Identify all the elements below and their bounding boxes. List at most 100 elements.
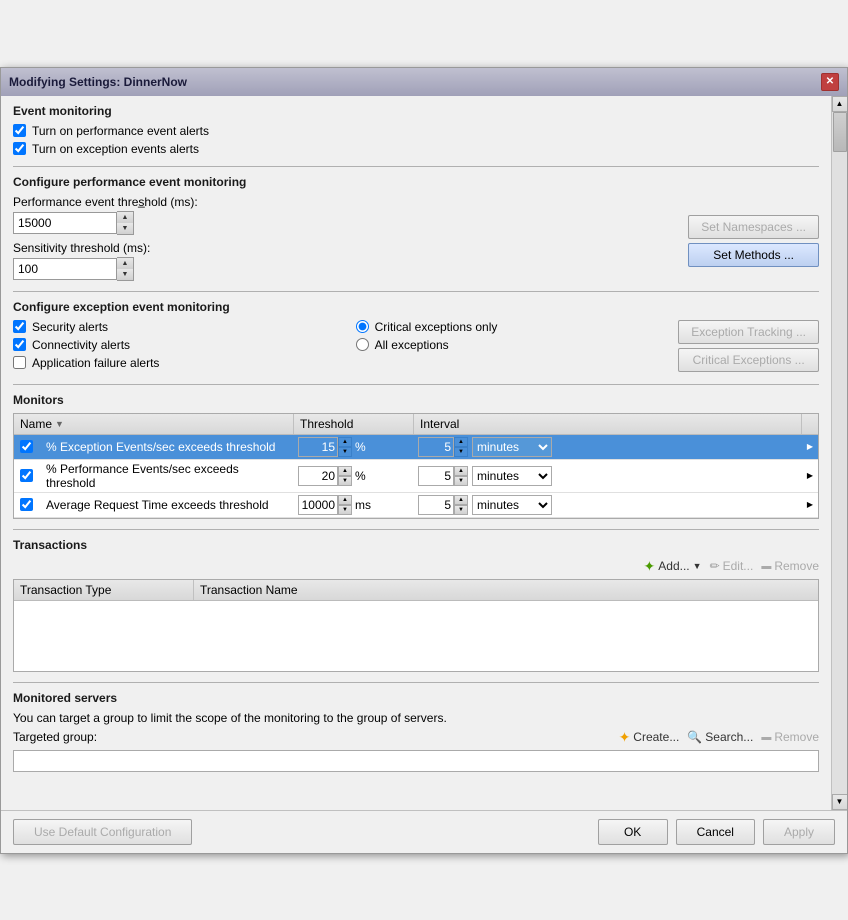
add-transaction-button[interactable]: ✦ Add... ▼ (644, 558, 702, 575)
transactions-table-wrapper: Transaction Type Transaction Name (13, 579, 819, 672)
sensitivity-up[interactable]: ▲ (117, 258, 133, 269)
remove-trans-icon: ▬ (761, 561, 771, 572)
cancel-button[interactable]: Cancel (676, 819, 755, 845)
monitor-threshold-input-1[interactable] (298, 437, 338, 457)
scroll-down-arrow[interactable]: ▼ (832, 794, 848, 810)
monitor-threshold-up-3[interactable]: ▲ (338, 495, 352, 505)
section-transactions: Transactions ✦ Add... ▼ ✏ Edit... ▬ Remo… (13, 538, 819, 672)
perf-threshold-input[interactable]: 15000 (13, 212, 117, 234)
close-button[interactable]: ✕ (821, 73, 839, 91)
monitor-threshold-down-3[interactable]: ▼ (338, 505, 352, 515)
main-scrollbar[interactable]: ▲ ▼ (831, 96, 847, 810)
monitored-servers-title: Monitored servers (13, 691, 819, 705)
search-icon: 🔍 (687, 730, 702, 744)
monitor-checkbox-2[interactable] (20, 469, 33, 482)
label-exception-events: Turn on exception events alerts (32, 142, 199, 156)
exception-tracking-button[interactable]: Exception Tracking ... (678, 320, 819, 344)
ok-button[interactable]: OK (598, 819, 668, 845)
search-label: Search... (705, 730, 753, 744)
checkbox-perf-events[interactable] (13, 124, 26, 137)
sensitivity-input[interactable]: 100 (13, 258, 117, 280)
monitor-threshold-unit-1: % (355, 440, 366, 454)
monitor-interval-up-2[interactable]: ▲ (454, 466, 468, 476)
remove-transaction-button[interactable]: ▬ Remove (761, 559, 819, 573)
radio-critical-only[interactable] (356, 320, 369, 333)
monitor-interval-up-1[interactable]: ▲ (454, 437, 468, 447)
monitor-row-1: % Exception Events/sec exceeds threshold… (14, 435, 818, 460)
monitor-interval-input-1[interactable] (418, 437, 454, 457)
checkbox-connectivity[interactable] (13, 338, 26, 351)
targeted-group-input[interactable] (13, 750, 819, 772)
radio-all-exceptions[interactable] (356, 338, 369, 351)
monitor-checkbox-3[interactable] (20, 498, 33, 511)
label-security: Security alerts (32, 320, 108, 334)
trans-scroll-header (802, 580, 818, 600)
monitors-table-header: Name ▼ Threshold Interval (14, 414, 818, 435)
monitor-threshold-down-2[interactable]: ▼ (338, 476, 352, 486)
servers-description: You can target a group to limit the scop… (13, 711, 819, 725)
monitor-threshold-up-1[interactable]: ▲ (338, 437, 352, 447)
radio-row-all: All exceptions (356, 338, 679, 352)
main-content: Event monitoring Turn on performance eve… (1, 96, 831, 810)
create-server-button[interactable]: ✦ Create... (619, 729, 680, 746)
set-namespaces-button[interactable]: Set Namespaces ... (688, 215, 819, 239)
search-server-button[interactable]: 🔍 Search... (687, 730, 753, 744)
label-all-exceptions: All exceptions (375, 338, 449, 352)
monitor-interval-spinbox-1: ▲ ▼ (418, 437, 468, 457)
divider-5 (13, 682, 819, 683)
monitor-threshold-spinbox-1: ▲ ▼ (298, 437, 352, 457)
monitor-interval-select-3[interactable]: minutes seconds hours (472, 495, 552, 515)
checkbox-exception-events[interactable] (13, 142, 26, 155)
divider-2 (13, 291, 819, 292)
monitor-interval-down-2[interactable]: ▼ (454, 476, 468, 486)
dialog-footer: Use Default Configuration OK Cancel Appl… (1, 810, 847, 853)
checkbox-app-failure[interactable] (13, 356, 26, 369)
monitor-row-2: % Performance Events/sec exceeds thresho… (14, 460, 818, 493)
perf-threshold-label: Performance event thres̲hold (ms): (13, 195, 198, 209)
monitors-interval-label: Interval (420, 417, 459, 431)
monitor-threshold-input-2[interactable] (298, 466, 338, 486)
footer-right: OK Cancel Apply (598, 819, 835, 845)
monitor-threshold-spinbox-btns-3: ▲ ▼ (338, 495, 352, 515)
critical-exceptions-button[interactable]: Critical Exceptions ... (678, 348, 819, 372)
sort-arrow-name: ▼ (55, 419, 64, 429)
monitor-threshold-spinbox-btns-2: ▲ ▼ (338, 466, 352, 486)
monitor-interval-2: ▲ ▼ minutes seconds hours (414, 464, 802, 488)
monitor-interval-spinbox-2: ▲ ▼ (418, 466, 468, 486)
checkbox-security[interactable] (13, 320, 26, 333)
monitor-interval-select-1[interactable]: minutes seconds hours (472, 437, 552, 457)
section-perf-config: Configure performance event monitoring P… (13, 175, 819, 281)
monitor-interval-down-1[interactable]: ▼ (454, 447, 468, 457)
transactions-title: Transactions (13, 538, 819, 552)
monitor-interval-down-3[interactable]: ▼ (454, 505, 468, 515)
scroll-thumb[interactable] (833, 112, 847, 152)
monitor-interval-select-2[interactable]: minutes seconds hours (472, 466, 552, 486)
monitor-check-1 (14, 438, 42, 455)
monitor-checkbox-1[interactable] (20, 440, 33, 453)
monitor-interval-up-3[interactable]: ▲ (454, 495, 468, 505)
monitor-row-3: Average Request Time exceeds threshold ▲… (14, 493, 818, 518)
sensitivity-spinbox-btns: ▲ ▼ (117, 257, 134, 281)
set-methods-button[interactable]: Set Methods ... (688, 243, 819, 267)
label-perf-events: Turn on performance event alerts (32, 124, 209, 138)
monitor-interval-input-3[interactable] (418, 495, 454, 515)
remove-server-button[interactable]: ▬ Remove (761, 730, 819, 744)
divider-4 (13, 529, 819, 530)
monitor-threshold-down-1[interactable]: ▼ (338, 447, 352, 457)
monitor-threshold-input-3[interactable] (298, 495, 338, 515)
scroll-up-arrow[interactable]: ▲ (832, 96, 848, 112)
sensitivity-down[interactable]: ▼ (117, 269, 133, 280)
cb-row-connectivity: Connectivity alerts (13, 338, 336, 352)
monitor-threshold-up-2[interactable]: ▲ (338, 466, 352, 476)
use-default-button[interactable]: Use Default Configuration (13, 819, 192, 845)
edit-transaction-button[interactable]: ✏ Edit... (710, 559, 754, 573)
monitor-interval-spinbox-btns-3: ▲ ▼ (454, 495, 468, 515)
add-dropdown-arrow: ▼ (693, 561, 702, 571)
apply-button[interactable]: Apply (763, 819, 835, 845)
perf-threshold-up[interactable]: ▲ (117, 212, 133, 223)
perf-threshold-down[interactable]: ▼ (117, 223, 133, 234)
add-label: Add... (658, 559, 689, 573)
monitor-interval-input-2[interactable] (418, 466, 454, 486)
monitors-col-name: Name ▼ (14, 414, 294, 434)
monitor-name-1: % Exception Events/sec exceeds threshold (42, 438, 294, 456)
